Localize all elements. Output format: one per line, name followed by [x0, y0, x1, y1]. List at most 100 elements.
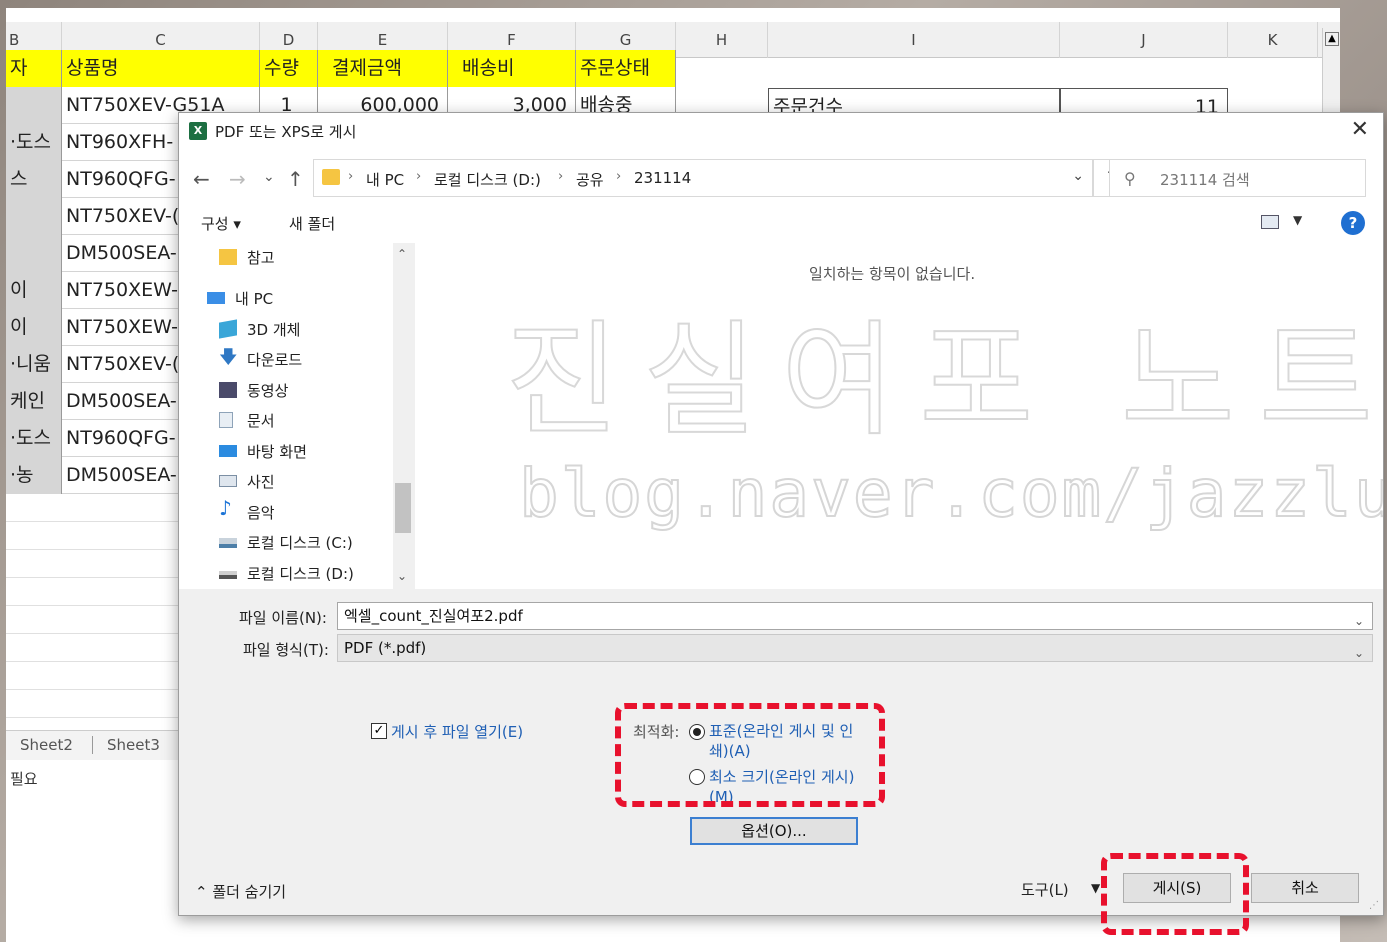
nav-item-label: 바탕 화면: [247, 443, 307, 461]
scroll-down-icon[interactable]: ⌄: [397, 569, 407, 583]
table-cell[interactable]: [6, 235, 62, 272]
folder-icon: [219, 249, 237, 265]
forward-arrow-icon[interactable]: →: [229, 167, 246, 191]
address-dropdown-icon[interactable]: ⌄: [1072, 168, 1084, 184]
pictures-icon: [219, 475, 237, 487]
table-cell[interactable]: 케인: [6, 383, 62, 420]
search-placeholder: 231114 검색: [1160, 171, 1250, 189]
table-cell[interactable]: ·니움: [6, 346, 62, 383]
breadcrumb-separator: ›: [558, 169, 564, 184]
breadcrumb-item[interactable]: 공유: [576, 169, 604, 190]
nav-pane-scrollbar[interactable]: ⌃ ⌄: [393, 243, 413, 589]
table-cell[interactable]: 이: [6, 309, 62, 346]
table-cell[interactable]: ·도스: [6, 124, 62, 161]
header-cell[interactable]: 상품명: [62, 50, 260, 87]
breadcrumb-item[interactable]: 내 PC: [366, 169, 404, 190]
nav-item-label: 사진: [247, 473, 275, 491]
nav-item-label: 동영상: [247, 382, 289, 400]
close-button[interactable]: ✕: [1351, 117, 1369, 142]
header-cell[interactable]: 수량: [260, 50, 318, 87]
watermark-title: 진실여포 노트북: [504, 308, 1383, 454]
breadcrumb-separator: ›: [616, 169, 622, 184]
filetype-dropdown-icon[interactable]: ⌄: [1354, 640, 1364, 666]
sheet-tab[interactable]: Sheet3: [92, 736, 160, 754]
nav-item-label: 로컬 디스크 (C:): [247, 534, 353, 552]
options-button[interactable]: 옵션(O)...: [690, 817, 858, 845]
nav-item-label: 음악: [247, 504, 275, 522]
tools-dropdown-icon[interactable]: ▼: [1091, 881, 1100, 895]
breadcrumb-separator: ›: [416, 169, 422, 184]
filename-label: 파일 이름(N):: [239, 609, 327, 627]
address-bar[interactable]: › 내 PC › 로컬 디스크 (D:) › 공유 › 231114 ⌄: [313, 159, 1093, 197]
nav-item-label: 로컬 디스크 (D:): [247, 565, 354, 583]
dialog-title: PDF 또는 XPS로 게시: [215, 123, 357, 141]
table-cell[interactable]: ·농: [6, 457, 62, 494]
nav-item-label: 문서: [247, 412, 275, 430]
cancel-button[interactable]: 취소: [1251, 873, 1359, 903]
download-icon: 🡇: [219, 347, 238, 368]
back-arrow-icon[interactable]: ←: [193, 167, 210, 191]
column-header-k[interactable]: K: [1228, 22, 1318, 58]
help-icon[interactable]: ?: [1341, 211, 1365, 235]
publish-pdf-dialog: X PDF 또는 XPS로 게시 ✕ ← → ⌄ ↑ › 내 PC › 로컬 디…: [178, 112, 1384, 935]
dialog-titlebar[interactable]: X PDF 또는 XPS로 게시 ✕: [179, 113, 1383, 149]
new-folder-button[interactable]: 새 폴더: [289, 213, 335, 234]
breadcrumb-item[interactable]: 로컬 디스크 (D:): [434, 169, 541, 190]
search-icon: ⚲: [1124, 169, 1136, 188]
music-icon: ♪: [219, 496, 232, 520]
view-options-icon[interactable]: [1261, 215, 1279, 229]
open-after-publish-checkbox[interactable]: ✓: [371, 723, 387, 739]
open-after-publish-label[interactable]: 게시 후 파일 열기(E): [391, 721, 523, 742]
nav-item-label: 다운로드: [247, 351, 303, 369]
table-cell[interactable]: 스: [6, 161, 62, 198]
tools-button[interactable]: 도구(L): [1021, 879, 1069, 900]
scroll-up-arrow-icon[interactable]: ▲: [1325, 32, 1339, 46]
sheet-tab[interactable]: Sheet2: [20, 736, 73, 754]
filetype-value: PDF (*.pdf): [344, 639, 427, 657]
filename-dropdown-icon[interactable]: ⌄: [1354, 608, 1364, 634]
excel-icon: X: [189, 122, 207, 140]
drive-d-icon: [219, 571, 237, 579]
cube-icon: [219, 319, 237, 339]
navigation-bar: ← → ⌄ ↑ › 내 PC › 로컬 디스크 (D:) › 공유 › 2311…: [179, 149, 1383, 205]
up-arrow-icon[interactable]: ↑: [287, 167, 304, 191]
table-cell[interactable]: [6, 87, 62, 124]
header-cell[interactable]: 배송비: [448, 50, 576, 87]
table-cell[interactable]: ·도스: [6, 420, 62, 457]
watermark-url: blog.naver.com/jazzlub: [518, 454, 1383, 533]
drive-c-icon: [219, 538, 237, 548]
resize-grip-icon[interactable]: ⋰: [1369, 900, 1379, 911]
nav-item-label: 참고: [247, 249, 275, 267]
recent-locations-chevron-icon[interactable]: ⌄: [263, 169, 275, 185]
view-dropdown-icon[interactable]: ▼: [1293, 213, 1302, 227]
column-header-j[interactable]: J: [1060, 22, 1228, 58]
filename-input[interactable]: 엑셀_count_진실여포2.pdf ⌄: [337, 602, 1373, 630]
highlight-annotation-optimize: [615, 703, 885, 807]
status-bar-text: 필요: [10, 770, 38, 788]
column-header-i[interactable]: I: [768, 22, 1060, 58]
header-cell[interactable]: 자: [6, 50, 62, 87]
desktop-icon: [219, 445, 237, 457]
table-cell[interactable]: [6, 198, 62, 235]
empty-rows: [6, 494, 182, 730]
scroll-up-icon[interactable]: ⌃: [397, 247, 407, 261]
navigation-pane: 참고 내 PC 3D 개체 🡇 다운로드 동영상 문서 바탕 화면 사진 ♪ 음…: [179, 243, 413, 589]
scrollbar-thumb[interactable]: [395, 483, 411, 533]
header-cell[interactable]: 결제금액: [318, 50, 448, 87]
document-icon: [219, 412, 233, 428]
command-bar: 구성 ▾ 새 폴더 ▼ ?: [179, 205, 1383, 243]
sheet-tab-bar: Sheet2 Sheet3: [6, 730, 182, 760]
header-cell[interactable]: 주문상태: [576, 50, 676, 87]
breadcrumb-item[interactable]: 231114: [634, 169, 691, 187]
organize-button[interactable]: 구성 ▾: [201, 213, 241, 234]
filetype-select[interactable]: PDF (*.pdf) ⌄: [337, 634, 1373, 662]
nav-item-label: 3D 개체: [247, 321, 301, 339]
folder-icon: [322, 169, 340, 185]
sheet-header-row: 자 상품명 수량 결제금액 배송비 주문상태: [6, 50, 676, 87]
column-header-h[interactable]: H: [676, 22, 768, 58]
file-list-pane[interactable]: 일치하는 항목이 없습니다. 진실여포 노트북 blog.naver.com/j…: [415, 243, 1383, 589]
breadcrumb-separator: ›: [348, 169, 354, 184]
hide-folders-button[interactable]: ⌃ 폴더 숨기기: [195, 881, 286, 902]
search-input[interactable]: ⚲ 231114 검색: [1109, 159, 1366, 197]
table-cell[interactable]: 이: [6, 272, 62, 309]
